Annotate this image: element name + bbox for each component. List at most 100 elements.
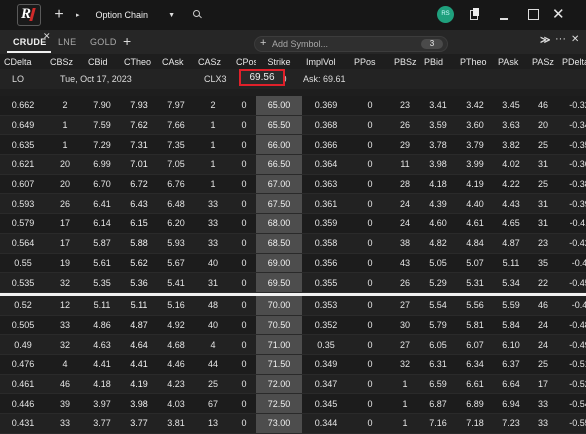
cell-implvol[interactable]: 0.369 [302, 96, 350, 116]
cell-pasz[interactable]: 24 [528, 334, 558, 355]
cell-pbid[interactable]: 3.78 [420, 134, 456, 156]
cell-ppos[interactable]: 0 [350, 334, 390, 355]
chevron-down-icon[interactable]: ▼ [168, 12, 175, 19]
cell-casz[interactable]: 1 [194, 154, 232, 175]
cell-strike[interactable]: 65.50 [256, 115, 302, 136]
cell-pbsz[interactable]: 24 [390, 213, 420, 234]
cell-pbsz[interactable]: 26 [390, 272, 420, 293]
cell-cbsz[interactable]: 17 [46, 213, 84, 234]
cell-ppos[interactable]: 0 [350, 413, 390, 434]
cell-cbid[interactable]: 7.59 [84, 115, 120, 136]
cell-pask[interactable]: 4.22 [494, 174, 528, 195]
cell-casz[interactable]: 4 [194, 334, 232, 355]
cell-ctheo[interactable]: 5.11 [120, 295, 158, 316]
cell-cask[interactable]: 5.67 [158, 253, 194, 274]
cell-pdelta[interactable]: -0.341 [558, 115, 586, 136]
cell-ctheo[interactable]: 4.87 [120, 315, 158, 336]
cell-cbsz[interactable]: 26 [46, 193, 84, 215]
cell-cask[interactable]: 6.48 [158, 193, 194, 215]
cell-casz[interactable]: 31 [194, 272, 232, 293]
table-row[interactable]: 0.662 2 7.90 7.93 7.97 2 0 65.00 0.369 0 23 3.41 3.4… [0, 96, 586, 116]
cell-cbid[interactable]: 4.63 [84, 334, 120, 355]
cell-cpos[interactable]: 0 [232, 334, 256, 355]
cell-cpos[interactable]: 0 [232, 213, 256, 234]
cell-cbid[interactable]: 5.11 [84, 295, 120, 316]
maximize-button[interactable] [528, 9, 539, 20]
cell-casz[interactable]: 1 [194, 174, 232, 195]
cell-cask[interactable]: 7.05 [158, 154, 194, 175]
cell-pdelta[interactable]: -0.328 [558, 96, 586, 116]
cell-strike[interactable]: 66.00 [256, 134, 302, 156]
cell-ptheo[interactable]: 3.99 [456, 154, 494, 175]
column-header-ctheo[interactable]: CTheo [120, 54, 158, 69]
cell-pasz[interactable]: 17 [528, 374, 558, 395]
cell-ppos[interactable]: 0 [350, 213, 390, 234]
window-title[interactable]: Option Chain [96, 10, 149, 20]
cell-cpos[interactable]: 0 [232, 174, 256, 195]
cell-ctheo[interactable]: 5.36 [120, 272, 158, 293]
cell-pbsz[interactable]: 29 [390, 134, 420, 156]
cell-pasz[interactable]: 46 [528, 295, 558, 316]
cell-pask[interactable]: 7.23 [494, 413, 528, 434]
cell-pbid[interactable]: 3.98 [420, 154, 456, 175]
cell-strike[interactable]: 72.50 [256, 393, 302, 414]
avatar[interactable]: RS [437, 6, 454, 23]
cell-pask[interactable]: 5.34 [494, 272, 528, 293]
cell-cpos[interactable]: 0 [232, 154, 256, 175]
cell-cpos[interactable]: 0 [232, 374, 256, 395]
cell-cbsz[interactable]: 20 [46, 154, 84, 175]
cell-strike[interactable]: 67.00 [256, 174, 302, 195]
cell-pbsz[interactable]: 24 [390, 193, 420, 215]
cell-ptheo[interactable]: 4.84 [456, 233, 494, 254]
cell-cbsz[interactable]: 33 [46, 315, 84, 336]
cell-cbsz[interactable]: 39 [46, 393, 84, 414]
cell-pdelta[interactable]: -0.47 [558, 295, 586, 316]
column-header-cpos[interactable]: CPos [232, 54, 256, 69]
cell-cdelta[interactable]: 0.476 [0, 354, 46, 375]
cell-ptheo[interactable]: 5.81 [456, 315, 494, 336]
cell-ptheo[interactable]: 4.61 [456, 213, 494, 234]
cell-cdelta[interactable]: 0.564 [0, 233, 46, 254]
cell-pask[interactable]: 5.84 [494, 315, 528, 336]
add-symbol-input[interactable] [272, 38, 402, 50]
cell-cbid[interactable]: 6.41 [84, 193, 120, 215]
cell-pdelta[interactable]: -0.369 [558, 154, 586, 175]
cell-ppos[interactable]: 0 [350, 115, 390, 136]
cell-pbid[interactable]: 7.16 [420, 413, 456, 434]
cell-pasz[interactable]: 25 [528, 174, 558, 195]
cell-pbid[interactable]: 6.87 [420, 393, 456, 414]
cell-cbid[interactable]: 7.90 [84, 96, 120, 116]
cell-pbsz[interactable]: 11 [390, 154, 420, 175]
cell-cpos[interactable]: 0 [232, 233, 256, 254]
cell-cdelta[interactable]: 0.662 [0, 96, 46, 116]
cell-ctheo[interactable]: 6.43 [120, 193, 158, 215]
cell-implvol[interactable]: 0.352 [302, 315, 350, 336]
cell-cbid[interactable]: 4.18 [84, 374, 120, 395]
column-header-pask[interactable]: PAsk [494, 54, 528, 69]
cell-pbsz[interactable]: 23 [390, 96, 420, 116]
cell-cask[interactable]: 7.35 [158, 134, 194, 156]
cell-cask[interactable]: 4.03 [158, 393, 194, 414]
table-row[interactable]: 0.607 20 6.70 6.72 6.76 1 0 67.00 0.363 0 28 4.18 4.… [0, 174, 586, 195]
cell-casz[interactable]: 33 [194, 233, 232, 254]
cell-cdelta[interactable]: 0.49 [0, 334, 46, 355]
cell-strike[interactable]: 71.00 [256, 334, 302, 355]
cell-ppos[interactable]: 0 [350, 233, 390, 254]
cell-pasz[interactable]: 23 [528, 233, 558, 254]
cell-pbid[interactable]: 5.79 [420, 315, 456, 336]
cell-cdelta[interactable]: 0.535 [0, 272, 46, 293]
cell-pbid[interactable]: 3.41 [420, 96, 456, 116]
cell-cask[interactable]: 5.16 [158, 295, 194, 316]
cell-pasz[interactable]: 20 [528, 115, 558, 136]
cell-ptheo[interactable]: 4.19 [456, 174, 494, 195]
minimize-button[interactable] [500, 18, 508, 20]
table-row[interactable]: 0.446 39 3.97 3.98 4.03 67 0 72.50 0.345 0 1 6.87 6.… [0, 393, 586, 414]
cell-strike[interactable]: 65.00 [256, 96, 302, 116]
cell-ctheo[interactable]: 4.41 [120, 354, 158, 375]
column-header-pdelta[interactable]: PDelta [558, 54, 586, 69]
cell-ptheo[interactable]: 4.40 [456, 193, 494, 215]
cell-cbid[interactable]: 7.29 [84, 134, 120, 156]
cell-pask[interactable]: 3.63 [494, 115, 528, 136]
add-symbol-field[interactable]: + 3 [254, 36, 448, 52]
cell-pbid[interactable]: 6.05 [420, 334, 456, 355]
